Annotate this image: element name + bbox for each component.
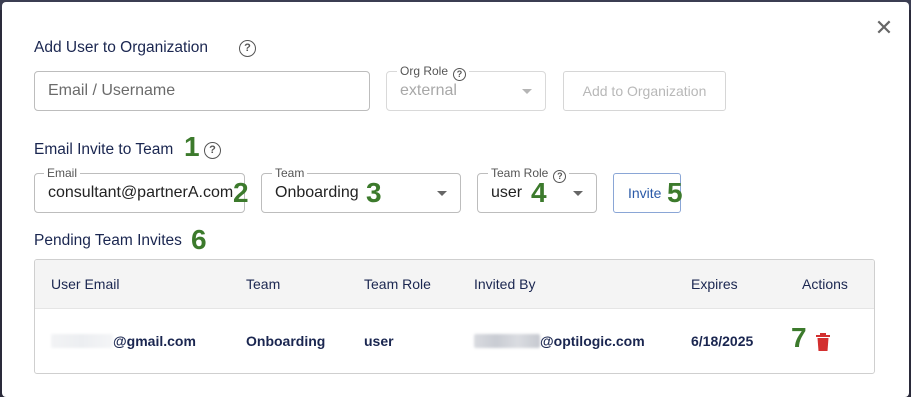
row-expires: 6/18/2025 <box>691 333 754 349</box>
pending-invites-table: User Email Team Team Role Invited By Exp… <box>34 259 875 374</box>
org-role-select[interactable]: Org Role? external <box>386 64 546 111</box>
redacted-text <box>51 334 113 348</box>
email-invite-heading: Email Invite to Team <box>34 141 174 158</box>
email-username-input[interactable]: Email / Username <box>34 71 370 111</box>
team-value: Onboarding <box>275 184 359 201</box>
add-user-dialog: ✕ Add User to Organization ? Email / Use… <box>2 2 909 397</box>
column-team-role[interactable]: Team Role <box>364 276 431 292</box>
team-role-value: user <box>491 184 523 201</box>
question-circle-icon[interactable]: ? <box>239 40 256 57</box>
invite-email-value: consultant@partnerA.com <box>48 184 234 201</box>
column-team[interactable]: Team <box>246 276 280 292</box>
invite-email-label: Email <box>44 166 81 180</box>
column-expires[interactable]: Expires <box>691 276 738 292</box>
question-circle-icon[interactable]: ? <box>553 170 567 183</box>
row-team: Onboarding <box>246 333 326 349</box>
team-role-label: Team Role? <box>488 166 570 183</box>
row-invited-by: @optilogic.com <box>474 333 645 349</box>
org-role-label: Org Role? <box>397 64 470 81</box>
trash-icon[interactable] <box>815 333 831 351</box>
column-user-email[interactable]: User Email <box>51 276 119 292</box>
annotation-6: 6 <box>191 224 207 255</box>
pending-invites-heading: Pending Team Invites <box>34 232 182 249</box>
email-username-placeholder: Email / Username <box>48 82 176 99</box>
row-user-email: @gmail.com <box>51 333 196 349</box>
row-team-role: user <box>364 333 394 349</box>
team-select[interactable]: Team Onboarding <box>261 166 461 213</box>
add-to-organization-button[interactable]: Add to Organization <box>563 71 726 111</box>
annotation-2: 2 <box>233 177 249 208</box>
caret-down-icon <box>522 89 532 94</box>
annotation-4: 4 <box>531 177 547 208</box>
table-header: User Email Team Team Role Invited By Exp… <box>35 260 874 309</box>
question-circle-icon[interactable]: ? <box>204 142 221 159</box>
annotation-1: 1 <box>184 131 200 162</box>
annotation-7: 7 <box>791 322 807 353</box>
question-circle-icon[interactable]: ? <box>453 68 467 81</box>
team-label: Team <box>272 166 308 180</box>
add-user-heading: Add User to Organization <box>34 39 209 56</box>
org-role-value: external <box>400 82 457 99</box>
caret-down-icon <box>573 191 583 196</box>
annotation-5: 5 <box>667 177 683 208</box>
annotation-3: 3 <box>366 177 382 208</box>
caret-down-icon <box>437 191 447 196</box>
column-actions: Actions <box>802 276 848 292</box>
column-invited-by[interactable]: Invited By <box>474 276 535 292</box>
invite-email-field[interactable]: Email consultant@partnerA.com <box>34 166 245 213</box>
redacted-text <box>474 334 540 348</box>
close-icon[interactable]: ✕ <box>872 16 896 40</box>
